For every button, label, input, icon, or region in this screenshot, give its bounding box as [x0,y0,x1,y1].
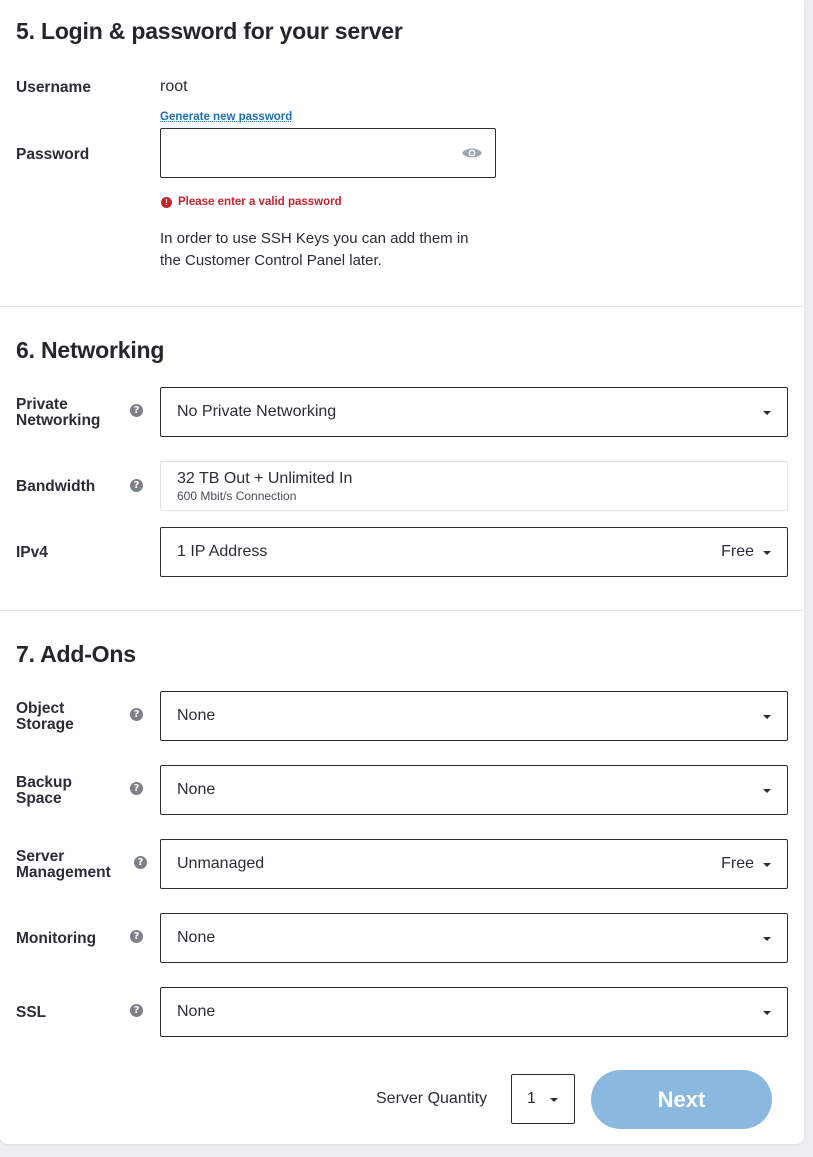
server-management-label-1: Server [16,848,65,865]
error-icon: ! [161,197,172,208]
object-storage-value: None [177,707,216,724]
bandwidth-display: 32 TB Out + Unlimited In 600 Mbit/s Conn… [160,461,788,511]
ssl-value: None [177,1003,216,1020]
eye-icon[interactable] [461,145,483,166]
private-networking-value: No Private Networking [177,403,337,420]
private-networking-label-1: Private [16,396,68,413]
object-storage-label-2: Storage [16,716,74,733]
password-error: Please enter a valid password [178,196,342,208]
help-icon[interactable]: ? [130,479,143,492]
bandwidth-value: 32 TB Out + Unlimited In [177,470,353,487]
help-icon[interactable]: ? [130,708,143,721]
ssh-note-line-1: In order to use SSH Keys you can add the… [160,230,469,247]
backup-space-select[interactable]: None [160,765,788,815]
backup-space-label-1: Backup [16,774,72,791]
private-networking-select[interactable]: No Private Networking [160,387,788,437]
ssh-note-line-2: the Customer Control Panel later. [160,252,382,269]
ssl-select[interactable]: None [160,987,788,1037]
ipv4-label: IPv4 [16,544,48,561]
server-management-value: Unmanaged [177,855,265,872]
chevron-down-icon [763,551,771,555]
object-storage-label-1: Object [16,700,65,717]
chevron-down-icon [550,1098,558,1102]
username-label: Username [16,79,91,96]
chevron-down-icon [763,937,771,941]
section-divider [0,610,804,611]
password-label: Password [16,146,90,163]
username-value: root [160,78,188,95]
section-heading-addons: 7. Add-Ons [16,641,136,667]
chevron-down-icon [763,789,771,793]
bandwidth-subtext: 600 Mbit/s Connection [177,489,297,503]
server-management-select[interactable]: Unmanaged Free [160,839,788,889]
ipv4-select[interactable]: 1 IP Address Free [160,527,788,577]
generate-password-link[interactable]: Generate new password [160,111,292,123]
help-icon[interactable]: ? [130,930,143,943]
config-card: 5. Login & password for your server User… [0,0,804,1144]
chevron-down-icon [763,863,771,867]
help-icon[interactable]: ? [130,1004,143,1017]
password-input[interactable] [160,128,496,178]
help-icon[interactable]: ? [130,404,143,417]
help-icon[interactable]: ? [130,782,143,795]
chevron-down-icon [763,411,771,415]
bandwidth-label: Bandwidth [16,478,96,495]
private-networking-label-2: Networking [16,412,101,429]
section-heading-networking: 6. Networking [16,337,165,363]
ipv4-value: 1 IP Address [177,543,268,560]
server-management-price: Free [721,855,754,872]
monitoring-select[interactable]: None [160,913,788,963]
server-quantity-value: 1 [527,1090,536,1107]
chevron-down-icon [763,715,771,719]
chevron-down-icon [763,1011,771,1015]
server-quantity-label: Server Quantity [376,1090,488,1107]
monitoring-value: None [177,929,216,946]
backup-space-value: None [177,781,216,798]
next-button[interactable]: Next [591,1070,772,1129]
section-heading-login: 5. Login & password for your server [16,18,403,44]
ssl-label: SSL [16,1004,47,1021]
server-management-label-2: Management [16,864,111,881]
monitoring-label: Monitoring [16,930,97,947]
object-storage-select[interactable]: None [160,691,788,741]
backup-space-label-2: Space [16,790,62,807]
section-divider [0,306,804,307]
ipv4-price: Free [721,543,754,560]
help-icon[interactable]: ? [134,856,147,869]
server-quantity-select[interactable]: 1 [511,1074,575,1124]
